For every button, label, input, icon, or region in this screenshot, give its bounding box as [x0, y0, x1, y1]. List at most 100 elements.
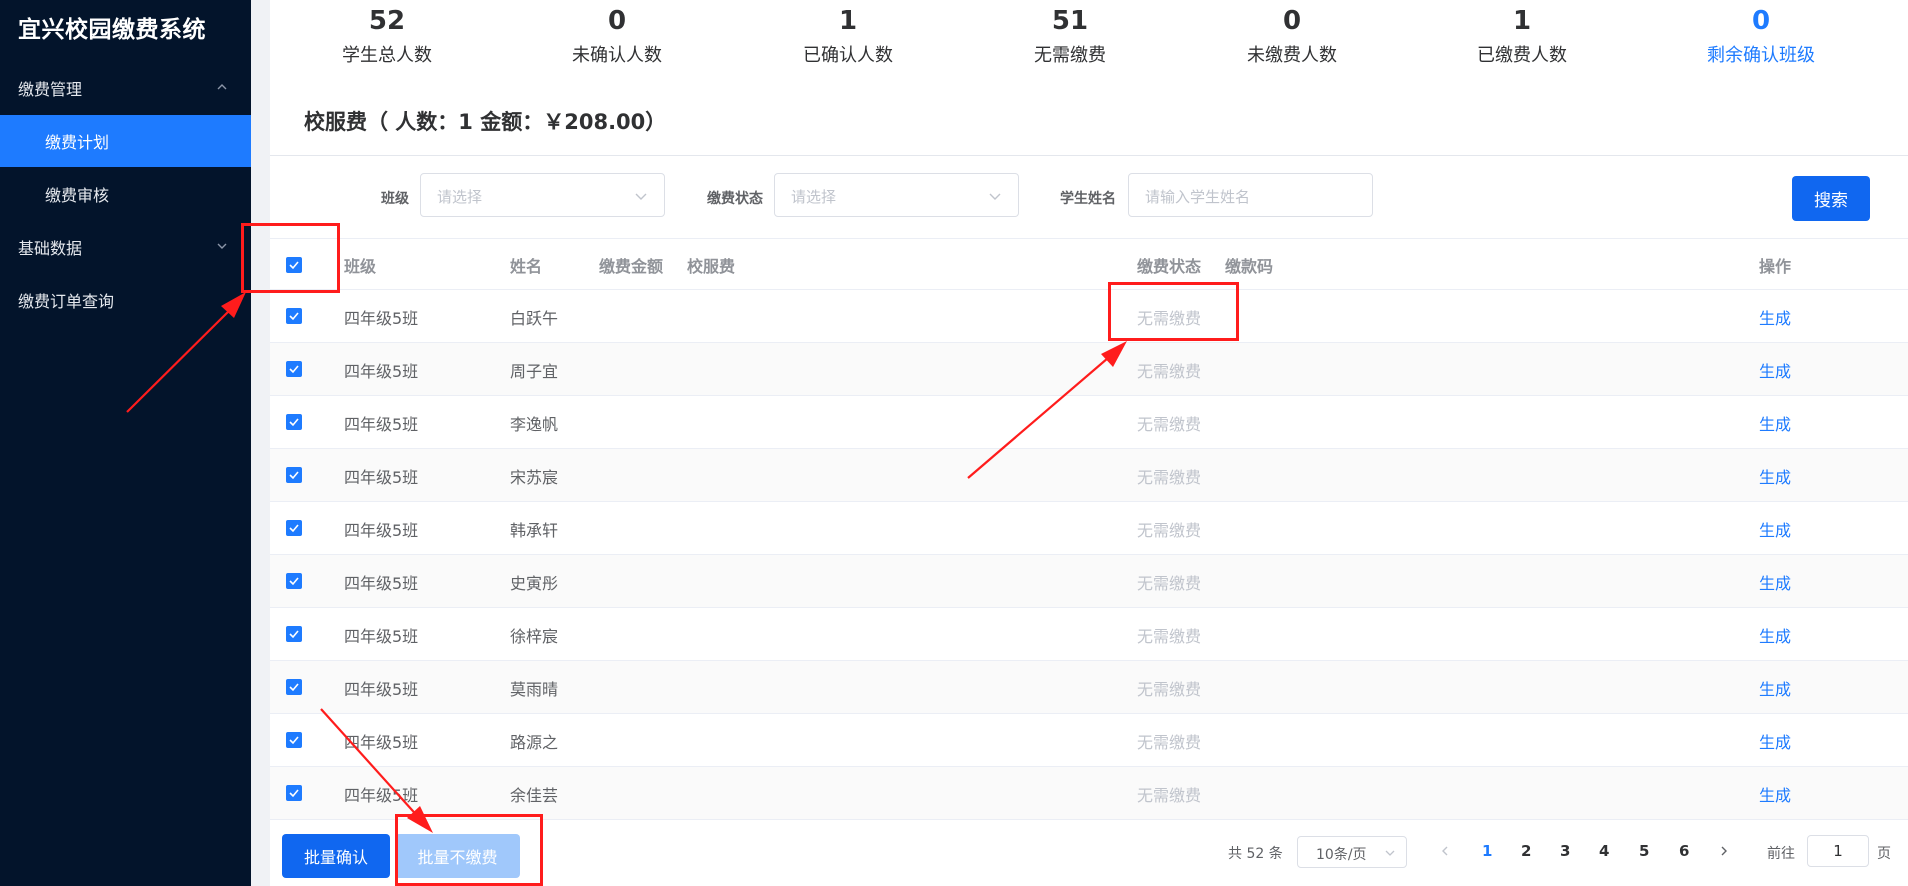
- student-name-input[interactable]: 请输入学生姓名: [1128, 173, 1373, 217]
- chevron-down-icon: [634, 189, 648, 203]
- next-page-icon[interactable]: [1718, 845, 1730, 857]
- app-title: 宜兴校园缴费系统: [18, 17, 206, 43]
- batch-confirm-button[interactable]: 批量确认: [282, 834, 390, 878]
- stat-label: 学生总人数: [342, 45, 432, 66]
- chevron-down-icon: [988, 189, 1002, 203]
- stat-remaining-classes[interactable]: 0 剩余确认班级: [1661, 5, 1861, 67]
- cell-status: 无需缴费: [1137, 680, 1202, 699]
- generate-link[interactable]: 生成: [1759, 358, 1791, 382]
- generate-link[interactable]: 生成: [1759, 517, 1791, 541]
- row-checkbox[interactable]: [286, 414, 302, 430]
- sidebar-item-order-query[interactable]: 缴费订单查询: [0, 274, 251, 326]
- cell-status: 无需缴费: [1137, 627, 1202, 646]
- search-button[interactable]: 搜索: [1792, 176, 1870, 221]
- stat-total-students: 52 学生总人数: [287, 5, 487, 67]
- page-size-select[interactable]: 10条/页: [1297, 836, 1407, 868]
- stat-unpaid: 0 未缴费人数: [1192, 5, 1392, 67]
- table-row: 四年级5班 白跃午 无需缴费 生成: [270, 290, 1908, 343]
- cell-class: 四年级5班: [344, 786, 419, 805]
- chevron-down-icon: [1384, 847, 1396, 859]
- row-checkbox[interactable]: [286, 573, 302, 589]
- filter-bar: 班级 请选择 缴费状态 请选择 学生姓名 请输入学生姓名 搜索: [270, 156, 1908, 236]
- sidebar-group-fee-management[interactable]: 缴费管理: [0, 62, 251, 114]
- table-row: 四年级5班 莫雨晴 无需缴费 生成: [270, 661, 1908, 714]
- cell-name: 韩承轩: [510, 521, 559, 540]
- annotation-box-select-all: [241, 223, 340, 293]
- table-row: 四年级5班 宋苏宸 无需缴费 生成: [270, 449, 1908, 502]
- cell-status: 无需缴费: [1137, 362, 1202, 381]
- table-row: 四年级5班 周子宜 无需缴费 生成: [270, 343, 1908, 396]
- select-placeholder: 请选择: [791, 188, 837, 206]
- class-filter-label: 班级: [381, 191, 409, 207]
- table-row: 四年级5班 李逸帆 无需缴费 生成: [270, 396, 1908, 449]
- prev-page-icon[interactable]: [1439, 845, 1451, 857]
- cell-name: 宋苏宸: [510, 468, 559, 487]
- goto-label: 前往: [1767, 846, 1795, 862]
- select-placeholder: 请选择: [437, 188, 483, 206]
- sidebar-item-fee-review[interactable]: 缴费审核: [0, 168, 251, 220]
- cell-name: 白跃午: [510, 309, 559, 328]
- cell-name: 徐梓宸: [510, 627, 559, 646]
- generate-link[interactable]: 生成: [1759, 729, 1791, 753]
- stat-paid: 1 已缴费人数: [1422, 5, 1622, 67]
- col-name: 姓名: [510, 257, 543, 276]
- col-uniform-fee: 校服费: [687, 257, 736, 276]
- stat-value: 52: [368, 6, 406, 36]
- cell-class: 四年级5班: [344, 468, 419, 487]
- generate-link[interactable]: 生成: [1759, 570, 1791, 594]
- row-checkbox[interactable]: [286, 308, 302, 324]
- table-row: 四年级5班 余佳芸 无需缴费 生成: [270, 767, 1908, 820]
- stat-label: 已缴费人数: [1477, 45, 1567, 66]
- stat-label: 已确认人数: [803, 45, 893, 66]
- status-filter-label: 缴费状态: [707, 191, 763, 207]
- stat-label: 剩余确认班级: [1707, 45, 1815, 66]
- page-1[interactable]: 1: [1482, 842, 1492, 860]
- stat-value: 1: [838, 6, 858, 36]
- sidebar-item-fee-plan[interactable]: 缴费计划: [0, 115, 251, 167]
- cell-status: 无需缴费: [1137, 733, 1202, 752]
- input-placeholder: 请输入学生姓名: [1145, 188, 1251, 206]
- generate-link[interactable]: 生成: [1759, 411, 1791, 435]
- page-2[interactable]: 2: [1521, 842, 1531, 860]
- goto-page-input[interactable]: 1: [1807, 835, 1869, 867]
- generate-link[interactable]: 生成: [1759, 676, 1791, 700]
- row-checkbox[interactable]: [286, 520, 302, 536]
- sidebar-item-label: 缴费订单查询: [18, 292, 115, 311]
- page-5[interactable]: 5: [1639, 842, 1649, 860]
- row-checkbox[interactable]: [286, 785, 302, 801]
- page-3[interactable]: 3: [1560, 842, 1570, 860]
- fee-title: 校服费（ 人数：1 金额：￥208.00）: [304, 110, 667, 134]
- annotation-box-batch-no-pay: [395, 814, 543, 886]
- generate-link[interactable]: 生成: [1759, 623, 1791, 647]
- generate-link[interactable]: 生成: [1759, 305, 1791, 329]
- status-select[interactable]: 请选择: [774, 173, 1019, 217]
- cell-class: 四年级5班: [344, 680, 419, 699]
- row-checkbox[interactable]: [286, 361, 302, 377]
- stat-no-payment-needed: 51 无需缴费: [970, 5, 1170, 67]
- row-checkbox[interactable]: [286, 626, 302, 642]
- cell-class: 四年级5班: [344, 574, 419, 593]
- cell-status: 无需缴费: [1137, 415, 1202, 434]
- generate-link[interactable]: 生成: [1759, 782, 1791, 806]
- generate-link[interactable]: 生成: [1759, 464, 1791, 488]
- sidebar-item-label: 缴费计划: [45, 133, 110, 152]
- chevron-up-icon: [215, 80, 229, 94]
- cell-name: 余佳芸: [510, 786, 559, 805]
- page-6[interactable]: 6: [1679, 842, 1689, 860]
- col-class: 班级: [344, 257, 377, 276]
- stat-unconfirmed: 0 未确认人数: [517, 5, 717, 67]
- stat-value: 0: [1282, 6, 1302, 36]
- table-row: 四年级5班 路源之 无需缴费 生成: [270, 714, 1908, 767]
- stat-value: 0: [607, 6, 627, 36]
- row-checkbox[interactable]: [286, 679, 302, 695]
- cell-name: 莫雨晴: [510, 680, 559, 699]
- class-select[interactable]: 请选择: [420, 173, 665, 217]
- page-4[interactable]: 4: [1599, 842, 1609, 860]
- row-checkbox[interactable]: [286, 467, 302, 483]
- sidebar-group-base-data[interactable]: 基础数据: [0, 221, 251, 273]
- row-checkbox[interactable]: [286, 732, 302, 748]
- stat-label: 未确认人数: [572, 45, 662, 66]
- table-header: 班级 姓名 缴费金额 校服费 缴费状态 缴款码 操作: [270, 238, 1908, 290]
- cell-name: 李逸帆: [510, 415, 559, 434]
- cell-status: 无需缴费: [1137, 521, 1202, 540]
